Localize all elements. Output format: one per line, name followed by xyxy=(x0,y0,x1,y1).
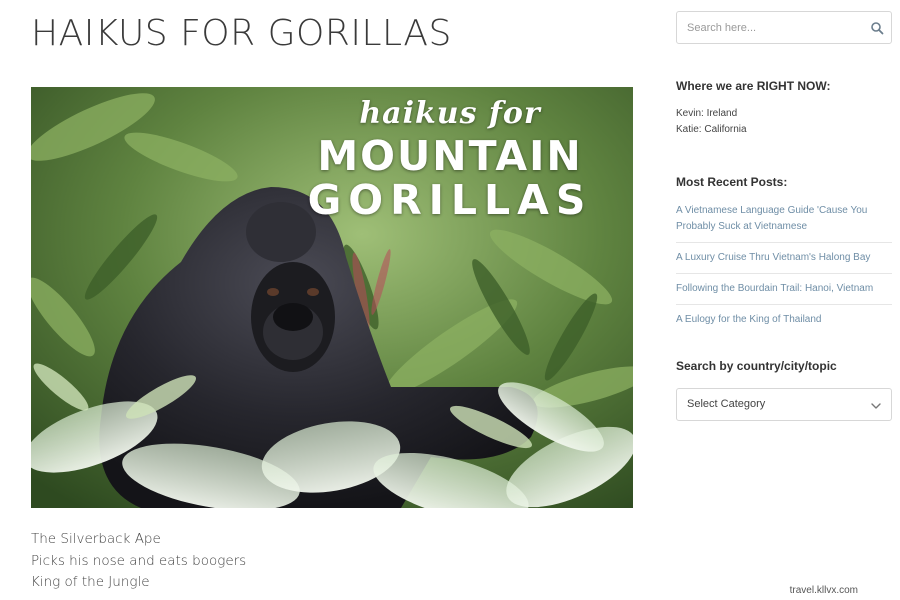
list-item: Following the Bourdain Trail: Hanoi, Vie… xyxy=(676,281,892,305)
recent-post-link[interactable]: A Luxury Cruise Thru Vietnam's Halong Ba… xyxy=(676,250,892,266)
recent-post-link[interactable]: Following the Bourdain Trail: Hanoi, Vie… xyxy=(676,281,892,297)
location-line: Katie: California xyxy=(676,124,747,135)
recent-posts-list: A Vietnamese Language Guide 'Cause You P… xyxy=(676,203,892,335)
location-widget: Where we are RIGHT NOW: Kevin: Ireland K… xyxy=(676,79,830,138)
category-widget: Search by country/city/topic Select Cate… xyxy=(676,359,892,421)
search-icon[interactable] xyxy=(869,20,885,36)
hero-image: haikus for MOUNTAIN GORILLAS xyxy=(31,87,633,508)
haiku-text: The Silverback Ape Picks his nose and ea… xyxy=(31,529,246,594)
page: HAIKUS FOR GORILLAS haikus for MOUNTAIN … xyxy=(0,0,900,600)
hero-headline-line2: GORILLAS xyxy=(307,176,593,224)
search-input[interactable] xyxy=(677,12,857,43)
list-item: A Luxury Cruise Thru Vietnam's Halong Ba… xyxy=(676,250,892,274)
post-title: HAIKUS FOR GORILLAS xyxy=(31,13,452,54)
recent-post-link[interactable]: A Vietnamese Language Guide 'Cause You P… xyxy=(676,203,892,235)
location-line: Kevin: Ireland xyxy=(676,108,738,119)
search-box xyxy=(676,11,892,44)
list-item: A Eulogy for the King of Thailand xyxy=(676,312,892,335)
haiku-line: The Silverback Ape xyxy=(31,531,161,547)
chevron-down-icon xyxy=(870,399,882,411)
haiku-line: King of the Jungle xyxy=(31,574,150,590)
list-item: A Vietnamese Language Guide 'Cause You P… xyxy=(676,203,892,243)
hero-kicker: haikus for xyxy=(359,96,541,131)
sidebar: Where we are RIGHT NOW: Kevin: Ireland K… xyxy=(676,11,892,421)
category-select-value: Select Category xyxy=(687,398,766,410)
location-widget-title: Where we are RIGHT NOW: xyxy=(676,79,831,93)
category-widget-title: Search by country/city/topic xyxy=(676,359,837,373)
category-select[interactable]: Select Category xyxy=(676,388,892,421)
hero-headline-line1: MOUNTAIN xyxy=(317,132,583,180)
hero-title-overlay: haikus for MOUNTAIN GORILLAS xyxy=(285,95,615,221)
recent-post-link[interactable]: A Eulogy for the King of Thailand xyxy=(676,312,892,328)
recent-posts-widget: Most Recent Posts: A Vietnamese Language… xyxy=(676,175,892,342)
recent-posts-title: Most Recent Posts: xyxy=(676,175,788,189)
watermark: travel.kllvx.com xyxy=(787,585,860,596)
haiku-line: Picks his nose and eats boogers xyxy=(31,552,247,569)
